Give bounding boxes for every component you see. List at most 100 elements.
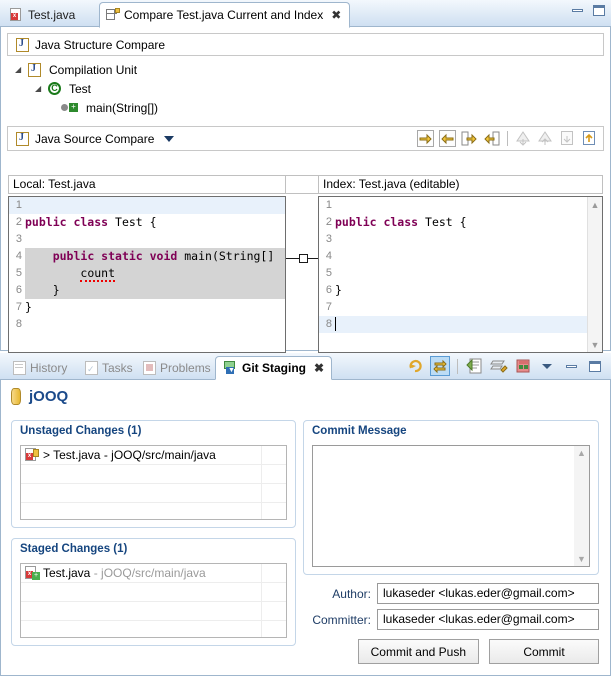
source-compare-panes: Local: Test.java Index: Test.java (edita… xyxy=(8,175,603,370)
left-code-pane[interactable]: 1 2 public class Test { 3 4 public stati… xyxy=(8,196,286,353)
unstaged-changes-list[interactable]: x > Test.java - jOOQ/src/main/java xyxy=(20,445,287,520)
java-file-icon xyxy=(16,37,29,52)
method-icon: + xyxy=(61,103,78,112)
diff-connector-marker[interactable] xyxy=(299,254,308,263)
editor-tab-compare[interactable]: Compare Test.java Current and Index ✖ xyxy=(99,2,351,28)
scroll-down-icon[interactable]: ▼ xyxy=(588,337,602,352)
left-pane-title: Local: Test.java xyxy=(8,175,286,194)
code-line: 2 public class Test { xyxy=(319,214,587,231)
committer-input[interactable]: lukaseder <lukas.eder@gmail.com> xyxy=(377,609,599,630)
commit-message-group: Commit Message ▲ ▼ xyxy=(303,420,599,575)
tree-item-compilation-unit[interactable]: ◢ Compilation Unit xyxy=(15,60,610,79)
editor-tab-label: Compare Test.java Current and Index xyxy=(124,8,324,22)
copy-all-right-to-left-icon[interactable] xyxy=(438,129,457,148)
tab-label: History xyxy=(30,361,68,375)
copy-current-change-left-to-right-icon[interactable] xyxy=(460,129,479,148)
scroll-down-icon[interactable]: ▼ xyxy=(574,554,589,564)
diff-connector-gutter xyxy=(286,196,318,353)
list-item xyxy=(21,484,286,503)
sign-off-icon[interactable] xyxy=(489,356,509,376)
tab-problems[interactable]: Problems xyxy=(136,356,218,380)
previous-difference-icon xyxy=(536,129,555,148)
chevron-down-icon[interactable] xyxy=(164,135,175,142)
author-input[interactable]: lukaseder <lukas.eder@gmail.com> xyxy=(377,583,599,604)
git-staging-toolbar xyxy=(406,356,605,376)
committer-row: Committer: lukaseder <lukas.eder@gmail.c… xyxy=(303,609,599,630)
view-menu-icon[interactable] xyxy=(537,356,557,376)
commit-message-input[interactable]: ▲ ▼ xyxy=(312,445,590,567)
close-icon[interactable]: ✖ xyxy=(314,361,324,375)
repository-icon xyxy=(11,388,21,405)
committer-label: Committer: xyxy=(312,612,371,627)
line-text xyxy=(335,231,587,248)
history-icon xyxy=(13,361,26,375)
editor-tab-test-java[interactable]: x Test.java xyxy=(4,2,83,27)
tab-history[interactable]: History xyxy=(6,356,74,380)
git-staging-icon: ▼ xyxy=(223,361,238,375)
author-row: Author: lukaseder <lukas.eder@gmail.com> xyxy=(303,583,599,604)
line-number: 1 xyxy=(9,197,25,214)
code-line: 7 xyxy=(319,299,587,316)
git-view-tabbar: History ✓ Tasks Problems ▼ Git Staging ✖ xyxy=(0,353,611,380)
code-line: 3 xyxy=(9,231,285,248)
line-number: 3 xyxy=(15,233,22,245)
code-line: 1 xyxy=(319,197,587,214)
java-file-icon xyxy=(16,131,29,146)
line-text: public static void main(String[] xyxy=(25,248,285,265)
code-line: 8 xyxy=(319,316,587,333)
tasks-icon: ✓ xyxy=(85,361,98,375)
right-pane-vertical-scrollbar[interactable]: ▲ ▼ xyxy=(587,197,602,352)
amend-commit-icon[interactable] xyxy=(513,356,533,376)
minimize-icon[interactable] xyxy=(561,356,581,376)
close-icon[interactable]: ✖ xyxy=(331,8,341,22)
toolbar-separator xyxy=(507,131,508,146)
line-number: 3 xyxy=(325,233,332,245)
list-item-file: Test.java - jOOQ/src/main/java xyxy=(43,566,206,580)
maximize-icon[interactable] xyxy=(585,356,605,376)
compare-editor-body: Java Structure Compare ◢ Compilation Uni… xyxy=(0,27,611,370)
refresh-icon[interactable] xyxy=(406,356,426,376)
right-code-pane[interactable]: 1 2 public class Test { 3 4 5 6} 7 8 ▲ … xyxy=(318,196,603,353)
expand-arrow-icon[interactable]: ◢ xyxy=(35,84,44,93)
commit-message-scrollbar[interactable]: ▲ ▼ xyxy=(574,446,589,566)
class-icon: C xyxy=(48,82,61,95)
list-item[interactable]: x + Test.java - jOOQ/src/main/java xyxy=(21,564,286,583)
code-line: 3 xyxy=(319,231,587,248)
commit-and-push-button[interactable]: Commit and Push xyxy=(357,639,479,664)
tree-item-main-method[interactable]: + main(String[]) xyxy=(15,98,610,117)
copy-all-left-to-right-icon[interactable] xyxy=(416,129,435,148)
open-commit-editor-icon[interactable] xyxy=(465,356,485,376)
problems-icon xyxy=(143,361,156,375)
java-source-compare-title: Java Source Compare xyxy=(35,131,155,146)
copy-current-change-right-to-left-icon[interactable] xyxy=(482,129,501,148)
line-text: } xyxy=(25,282,285,299)
compare-icon xyxy=(106,8,120,22)
toggle-staging-view-icon[interactable] xyxy=(430,356,450,376)
pane-titles: Local: Test.java Index: Test.java (edita… xyxy=(8,175,603,194)
code-line: 6 } xyxy=(9,282,285,299)
code-line: 8 xyxy=(9,316,285,333)
commit-button[interactable]: Commit xyxy=(489,639,599,664)
expand-arrow-icon[interactable]: ◢ xyxy=(15,65,24,74)
line-number: 4 xyxy=(15,250,22,262)
tab-tasks[interactable]: ✓ Tasks xyxy=(78,356,140,380)
minimize-icon[interactable] xyxy=(572,9,583,12)
java-file-icon xyxy=(28,62,41,77)
scroll-up-icon[interactable]: ▲ xyxy=(588,197,602,212)
right-code-area[interactable]: 1 2 public class Test { 3 4 5 6} 7 8 xyxy=(319,197,587,352)
repository-name: jOOQ xyxy=(29,388,69,405)
unstaged-changes-title: Unstaged Changes (1) xyxy=(20,425,142,437)
list-item[interactable]: x > Test.java - jOOQ/src/main/java xyxy=(21,446,286,465)
line-text xyxy=(25,197,285,214)
tree-item-label: Compilation Unit xyxy=(49,62,138,77)
maximize-icon[interactable] xyxy=(593,5,605,16)
previous-change-icon[interactable] xyxy=(580,129,599,148)
tree-item-test[interactable]: ◢ C Test xyxy=(15,79,610,98)
editor-window-controls xyxy=(572,5,605,16)
code-line: 4 public static void main(String[] xyxy=(9,248,285,265)
tab-git-staging[interactable]: ▼ Git Staging ✖ xyxy=(215,356,333,380)
staged-changes-list[interactable]: x + Test.java - jOOQ/src/main/java xyxy=(20,563,287,638)
line-number: 4 xyxy=(325,250,332,262)
scroll-up-icon[interactable]: ▲ xyxy=(574,446,589,458)
left-code-area[interactable]: 1 2 public class Test { 3 4 public stati… xyxy=(9,197,285,352)
